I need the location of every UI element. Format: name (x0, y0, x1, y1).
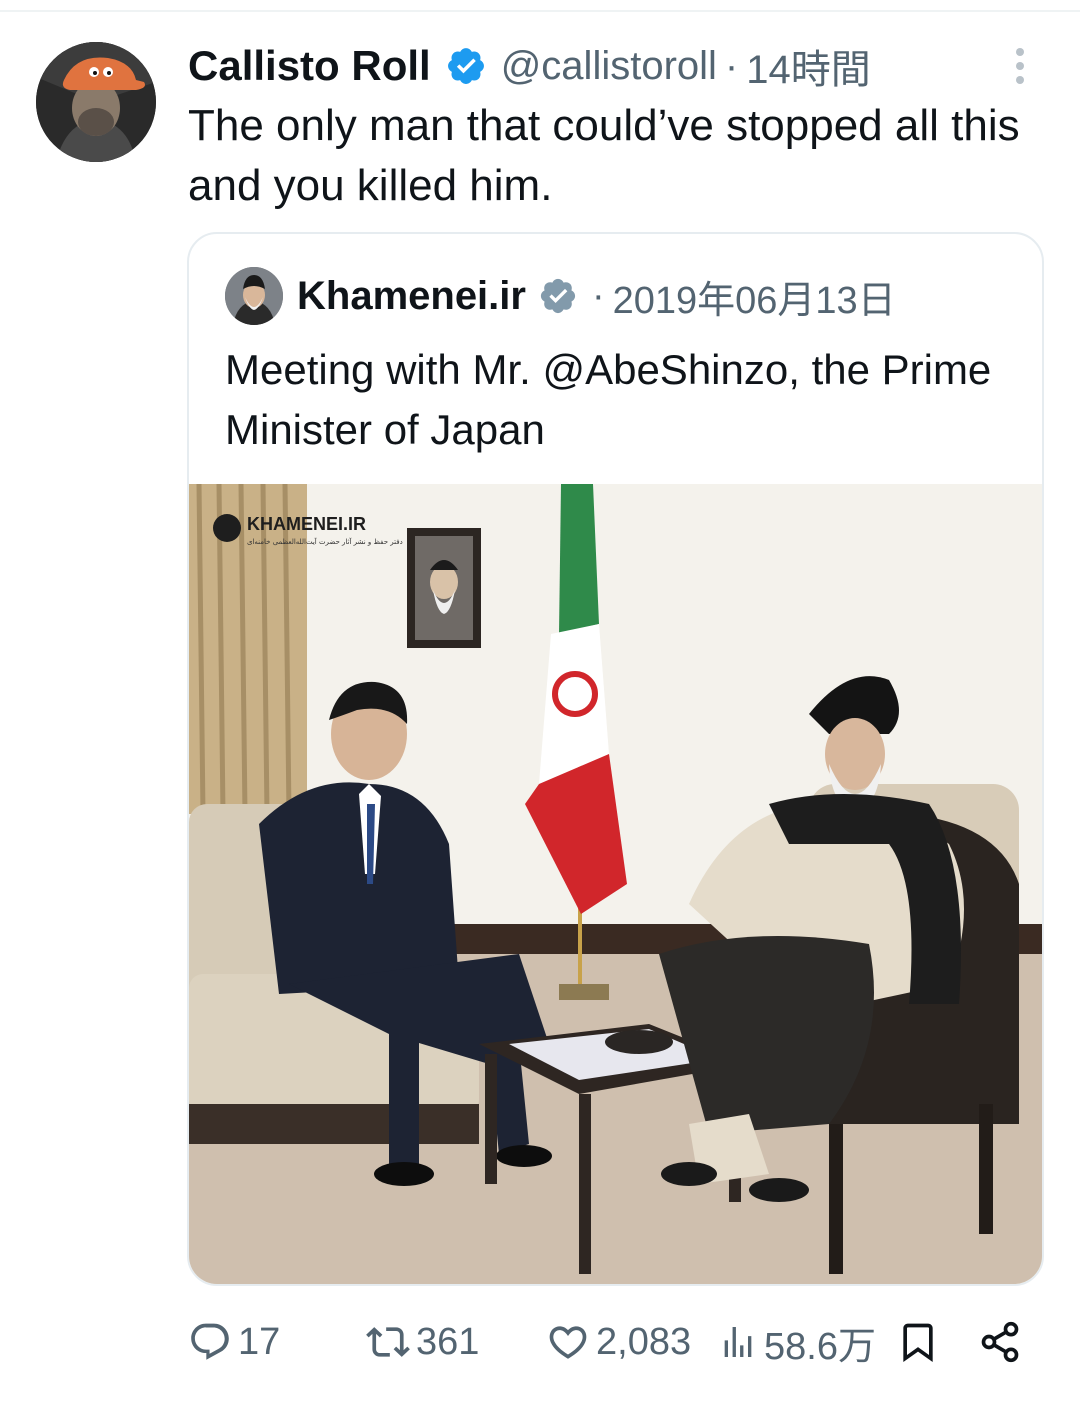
photo-watermark-subtitle: دفتر حفظ و نشر آثار حضرت آیت‌الله‌العظمی… (247, 537, 403, 546)
author-display-name[interactable]: Callisto Roll (188, 42, 431, 90)
bookmark-button[interactable] (896, 1312, 940, 1372)
views-count: 58.6万 (764, 1325, 876, 1368)
separator-dot: · (724, 43, 739, 88)
verified-badge-gray-icon (538, 276, 578, 316)
reply-icon (191, 1323, 229, 1360)
tweet-actions: 17 361 2,083 58.6万 (188, 1312, 1038, 1372)
quoted-author-display-name[interactable]: Khamenei.ir (297, 274, 526, 319)
views-chart-icon (724, 1327, 752, 1357)
reply-button[interactable]: 17 (188, 1312, 280, 1372)
retweet-icon (366, 1327, 410, 1357)
top-divider (0, 10, 1080, 12)
reply-count: 17 (238, 1320, 281, 1363)
retweet-button[interactable]: 361 (366, 1312, 479, 1372)
quoted-tweet-text: Meeting with Mr. @AbeShinzo, the Prime M… (225, 346, 992, 453)
avatar-illustration-icon (36, 42, 156, 162)
views-button[interactable]: 58.6万 (718, 1312, 876, 1372)
quoted-avatar-portrait-icon (225, 267, 283, 325)
photo-watermark: KHAMENEI.IR (247, 514, 366, 534)
author-handle[interactable]: @callistoroll (501, 44, 717, 89)
quoted-tweet-photo[interactable]: KHAMENEI.IR دفتر حفظ و نشر آثار حضرت آیت… (189, 484, 1042, 1284)
quoted-author-avatar[interactable] (225, 267, 283, 325)
quoted-tweet-card[interactable]: Khamenei.ir · 2019年06月13日 Meeting with M… (187, 232, 1044, 1286)
meeting-photo: KHAMENEI.IR دفتر حفظ و نشر آثار حضرت آیت… (189, 484, 1042, 1284)
bookmark-icon (903, 1323, 933, 1363)
heart-icon (549, 1326, 587, 1359)
more-options-icon[interactable] (1002, 44, 1038, 88)
quoted-tweet-header: Khamenei.ir · 2019年06月13日 (225, 266, 896, 326)
tweet-header: Callisto Roll @callistoroll · 14時間 (188, 38, 871, 94)
quoted-tweet-date: 2019年06月13日 (612, 279, 896, 322)
quoted-separator-dot: · (591, 274, 605, 317)
share-icon (981, 1321, 1019, 1363)
author-avatar[interactable] (36, 42, 156, 162)
retweet-count: 361 (416, 1320, 480, 1363)
tweet-timestamp[interactable]: 14時間 (746, 37, 871, 95)
like-button[interactable]: 2,083 (546, 1312, 691, 1372)
tweet-text: The only man that could’ve stopped all t… (188, 101, 1020, 210)
verified-badge-icon[interactable] (445, 45, 487, 87)
share-button[interactable] (978, 1312, 1022, 1372)
like-count: 2,083 (596, 1320, 692, 1363)
